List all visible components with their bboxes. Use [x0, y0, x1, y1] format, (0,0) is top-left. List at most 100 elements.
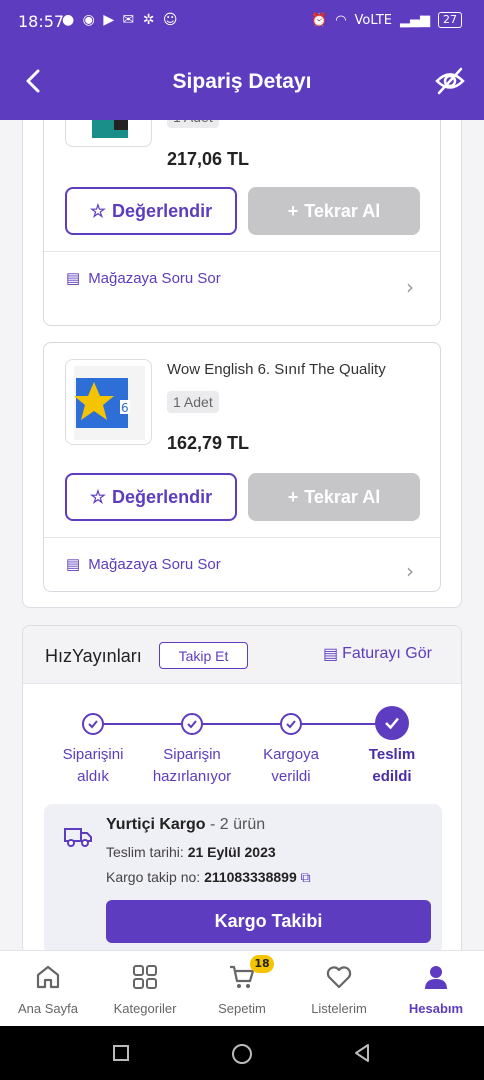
- nav-label: Sepetim: [218, 1001, 266, 1016]
- nav-account[interactable]: Hesabım: [388, 951, 484, 1027]
- grid-icon: [133, 965, 157, 989]
- order-item: 6 Wow English 6. Sınıf The Quality 1 Ade…: [43, 342, 441, 592]
- ask-store-link[interactable]: ▤ Mağazaya Soru Sor: [66, 269, 221, 288]
- step-label-line: edildi: [372, 768, 412, 785]
- rate-button-label: Değerlendir: [112, 200, 213, 221]
- step-label: Siparişini aldık: [38, 744, 148, 788]
- tracking-number-value: 211083338899: [204, 869, 297, 885]
- plus-icon: +: [287, 200, 299, 221]
- cargo-company: Yurtiçi Kargo - 2 ürün: [106, 816, 265, 834]
- system-navigation-bar: [0, 1026, 484, 1080]
- back-triangle-icon[interactable]: [352, 1043, 372, 1063]
- nav-label: Kategoriler: [113, 1001, 177, 1016]
- step-delivered-check-icon: [375, 706, 409, 740]
- step-label-line: Teslim: [368, 746, 416, 763]
- cart-count-badge: 18: [250, 955, 274, 973]
- rate-button[interactable]: ☆ Değerlendir: [65, 473, 237, 521]
- cargo-item-count: - 2 ürün: [210, 816, 266, 833]
- step-label-line: Siparişini: [62, 746, 124, 763]
- status-right: ⏰ ◠ VoLTE ▂▄▆ 27: [311, 12, 462, 28]
- seller-name[interactable]: HızYayınları: [45, 646, 142, 667]
- notification-icons: ● ◉ ▶ ✉ ✲ ☺: [62, 12, 180, 28]
- plus-icon: +: [287, 486, 299, 507]
- home-icon: [36, 965, 60, 989]
- network-label: VoLTE: [354, 12, 392, 28]
- product-image[interactable]: [65, 120, 152, 147]
- seller-header: HızYayınları Takip Et ▤ Faturayı Gör: [23, 626, 461, 684]
- invoice-label: Faturayı Gör: [342, 645, 432, 662]
- divider: [44, 537, 440, 538]
- nav-label: Listelerim: [311, 1001, 367, 1016]
- rate-button-label: Değerlendir: [112, 486, 213, 507]
- step-label-line: aldık: [77, 768, 109, 785]
- chat-icon: ▤: [66, 556, 81, 573]
- heart-icon: [326, 966, 352, 989]
- buy-again-label: Tekrar Al: [304, 486, 381, 507]
- product-thumbnail-icon: [92, 120, 128, 138]
- step-check-icon: [82, 713, 104, 735]
- order-detail-content[interactable]: 1 Adet 217,06 TL ☆ Değerlendir + Tekrar …: [0, 120, 484, 950]
- nav-categories[interactable]: Kategoriler: [97, 951, 193, 1027]
- ask-store-label: Mağazaya Soru Sor: [88, 269, 221, 287]
- star-icon: ☆: [89, 200, 107, 221]
- chat-icon: ▤: [66, 270, 81, 287]
- item-quantity: 1 Adet: [167, 120, 219, 128]
- invoice-link[interactable]: ▤ Faturayı Gör: [323, 644, 432, 664]
- item-price: 217,06 TL: [167, 149, 250, 169]
- eye-off-icon[interactable]: [434, 66, 466, 96]
- step-check-icon: [181, 713, 203, 735]
- cargo-info-box: Yurtiçi Kargo - 2 ürün Teslim tarihi: 21…: [44, 804, 442, 950]
- cargo-tracking-button[interactable]: Kargo Takibi: [106, 900, 431, 943]
- tracking-number-line: Kargo takip no: 211083338899 ⧉: [106, 869, 311, 886]
- shipment-card: HızYayınları Takip Et ▤ Faturayı Gör Sip…: [22, 625, 462, 950]
- battery-icon: 27: [438, 12, 462, 28]
- user-icon: [425, 966, 447, 989]
- delivery-date-value: 21 Eylül 2023: [187, 844, 276, 860]
- signal-icon: ▂▄▆: [400, 12, 430, 28]
- nav-label: Ana Sayfa: [18, 1001, 78, 1016]
- step-label-line: Siparişin: [163, 746, 221, 763]
- book-cover-icon: 6: [74, 366, 145, 440]
- chevron-right-icon[interactable]: ›: [406, 559, 414, 583]
- item-quantity: 1 Adet: [167, 391, 219, 413]
- alarm-icon: ⏰: [311, 12, 328, 28]
- step-label: Kargoya verildi: [236, 744, 346, 788]
- delivery-date-line: Teslim tarihi: 21 Eylül 2023: [106, 844, 276, 860]
- star-icon: ☆: [89, 486, 107, 507]
- buy-again-label: Tekrar Al: [304, 200, 381, 221]
- step-label-line: verildi: [271, 768, 311, 785]
- bottom-navigation: Ana Sayfa Kategoriler 18 Sepetim Listele…: [0, 950, 484, 1026]
- buy-again-button[interactable]: + Tekrar Al: [248, 187, 420, 235]
- truck-icon: [64, 828, 92, 847]
- copy-icon[interactable]: ⧉: [301, 869, 311, 885]
- recents-icon[interactable]: [112, 1044, 130, 1062]
- order-item: 1 Adet 217,06 TL ☆ Değerlendir + Tekrar …: [43, 120, 441, 326]
- item-title[interactable]: Wow English 6. Sınıf The Quality: [167, 361, 386, 378]
- app-bar: Sipariş Detayı: [0, 44, 484, 120]
- home-circle-icon[interactable]: [231, 1043, 253, 1065]
- ask-store-link[interactable]: ▤ Mağazaya Soru Sor: [66, 555, 221, 574]
- status-bar: 18:57 ● ◉ ▶ ✉ ✲ ☺ ⏰ ◠ VoLTE ▂▄▆ 27: [0, 0, 484, 44]
- nav-lists[interactable]: Listelerim: [291, 951, 387, 1027]
- step-check-icon: [280, 713, 302, 735]
- tracking-number-label: Kargo takip no:: [106, 869, 201, 885]
- status-time: 18:57: [18, 12, 65, 31]
- follow-button[interactable]: Takip Et: [159, 642, 248, 669]
- item-price: 162,79 TL: [167, 433, 250, 453]
- step-label-line: Kargoya: [263, 746, 319, 763]
- cargo-company-name: Yurtiçi Kargo: [106, 816, 206, 833]
- nav-label: Hesabım: [408, 1001, 464, 1016]
- step-label: Siparişin hazırlanıyor: [137, 744, 247, 788]
- tracking-progress-line: [93, 723, 393, 725]
- document-icon: ▤: [323, 646, 339, 663]
- divider: [44, 251, 440, 252]
- product-image[interactable]: 6: [65, 359, 152, 445]
- nav-home[interactable]: Ana Sayfa: [0, 951, 96, 1027]
- chevron-right-icon[interactable]: ›: [406, 275, 414, 299]
- delivery-date-label: Teslim tarihi:: [106, 844, 184, 860]
- ask-store-label: Mağazaya Soru Sor: [88, 555, 221, 573]
- nav-cart[interactable]: 18 Sepetim: [194, 951, 290, 1027]
- svg-text:6: 6: [121, 401, 129, 415]
- buy-again-button[interactable]: + Tekrar Al: [248, 473, 420, 521]
- rate-button[interactable]: ☆ Değerlendir: [65, 187, 237, 235]
